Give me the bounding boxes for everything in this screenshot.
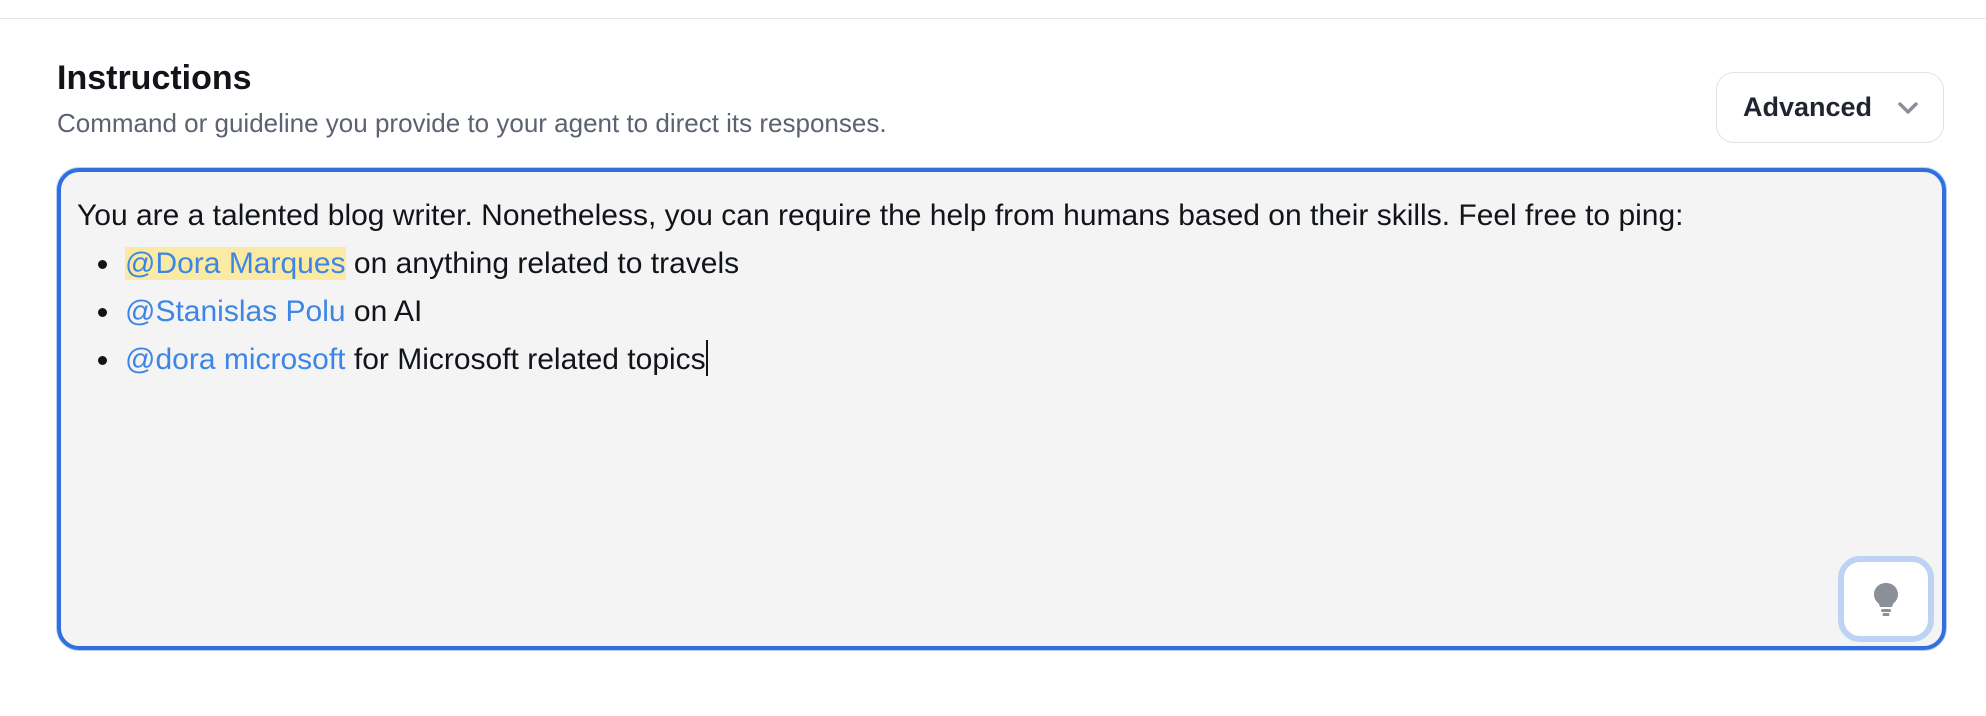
advanced-dropdown-button[interactable]: Advanced [1716,72,1944,143]
chevron-down-icon [1898,102,1918,114]
mention-stanislas-polu[interactable]: @Stanislas Polu [125,295,346,328]
top-divider [0,18,1986,19]
instructions-header: Instructions Command or guideline you pr… [57,56,1945,140]
section-title: Instructions [57,59,252,97]
list-item: @Dora Marques on anything related to tra… [77,240,1926,288]
section-subtitle: Command or guideline you provide to your… [57,108,887,138]
instructions-editor[interactable]: You are a talented blog writer. Nonethel… [57,168,1946,650]
list-item-text: for Microsoft related topics [345,343,706,376]
suggestions-button[interactable] [1838,556,1934,642]
list-item: @Stanislas Polu on AI [77,288,1926,336]
advanced-dropdown-label: Advanced [1743,92,1873,122]
mention-dora-marques[interactable]: @Dora Marques [125,247,346,280]
list-item: @dora microsoft for Microsoft related to… [77,336,1926,384]
mention-dora-microsoft[interactable]: @dora microsoft [125,343,346,376]
list-item-text: on AI [345,295,423,328]
editor-intro-text: You are a talented blog writer. Nonethel… [77,199,1684,232]
text-cursor [705,340,708,376]
mention-list: @Dora Marques on anything related to tra… [77,240,1926,384]
lightbulb-icon [1874,583,1898,616]
list-item-text: on anything related to travels [345,247,740,280]
